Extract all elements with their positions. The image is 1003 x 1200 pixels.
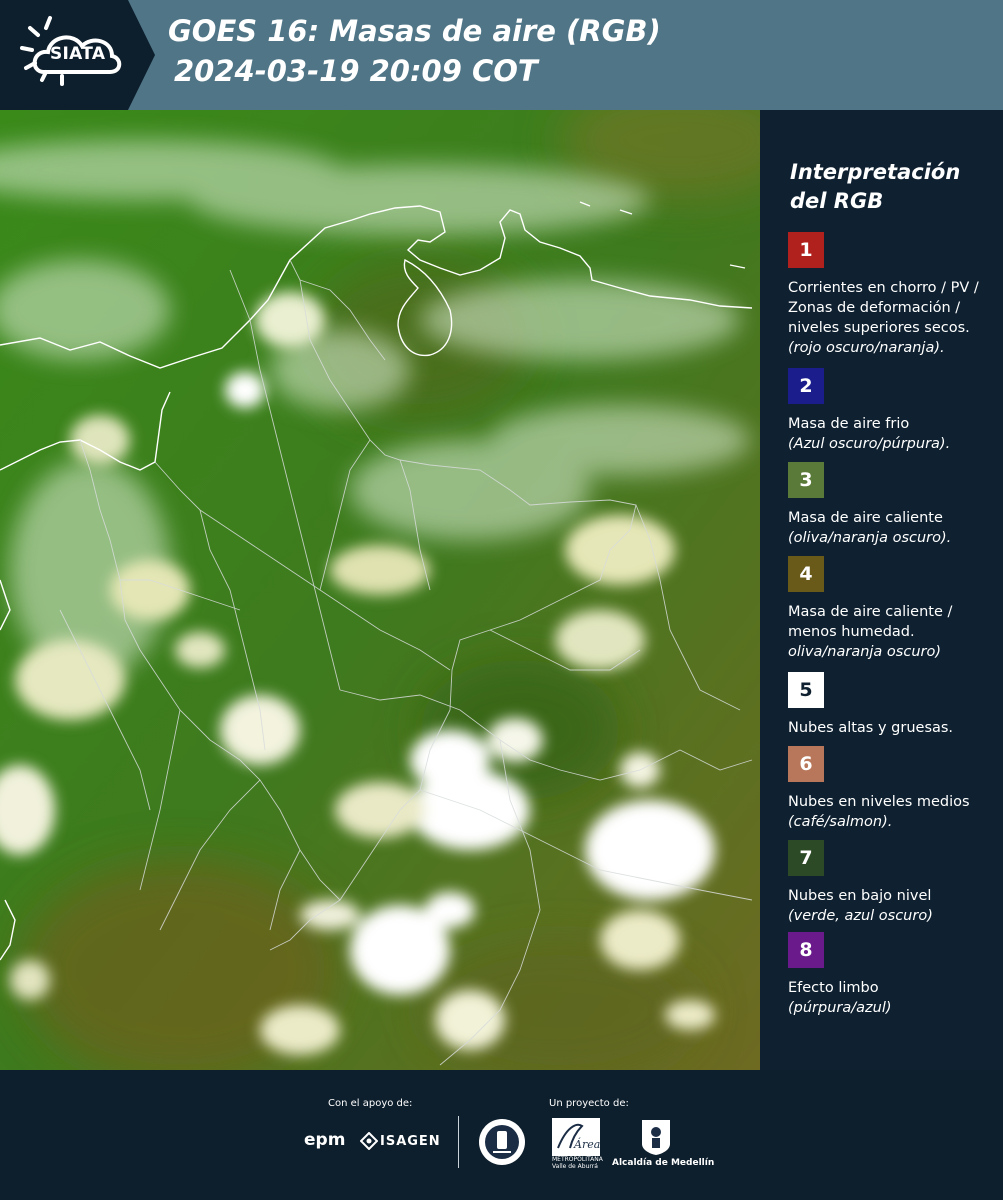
footer: Con el apoyo de: Un proyecto de: epm ISA…: [0, 1070, 1003, 1200]
area-subtitle2: Valle de Aburrá: [552, 1163, 598, 1170]
legend-item: 8 Efecto limbo (púrpura/azul): [788, 932, 1000, 1018]
legend-note: (Azul oscuro/púrpura).: [788, 436, 951, 452]
isagen-icon: [360, 1132, 378, 1150]
legend-swatch: 3: [788, 462, 824, 498]
legend-number: 2: [799, 375, 813, 397]
alcaldia-shield-icon[interactable]: [640, 1118, 672, 1156]
legend-number: 1: [799, 239, 813, 261]
project-label: Un proyecto de:: [549, 1098, 629, 1109]
legend-swatch: 8: [788, 932, 824, 968]
legend-note: (oliva/naranja oscuro).: [788, 530, 952, 546]
legend-title-line1: Interpretación: [790, 160, 961, 184]
legend-item: 2 Masa de aire frio (Azul oscuro/púrpura…: [788, 368, 1000, 454]
legend-swatch: 5: [788, 672, 824, 708]
legend-description: Masa de aire frio: [788, 416, 910, 432]
legend-swatch: 4: [788, 556, 824, 592]
legend-note: (café/salmon).: [788, 814, 893, 830]
legend-title: Interpretación del RGB: [790, 158, 990, 216]
legend-note: (rojo oscuro/naranja).: [788, 340, 945, 356]
legend-item: 4 Masa de aire caliente / menos humedad.…: [788, 556, 1000, 662]
legend-number: 5: [799, 679, 813, 701]
legend-number: 7: [799, 847, 813, 869]
satellite-imagery: [0, 110, 760, 1070]
legend-item: 1 Corrientes en chorro / PV / Zonas de d…: [788, 232, 1000, 358]
area-subtitle: METROPOLITANA Valle de Aburrá: [552, 1156, 603, 1170]
support-label: Con el apoyo de:: [328, 1098, 413, 1109]
legend-note: oliva/naranja oscuro): [788, 644, 941, 660]
satellite-map[interactable]: [0, 110, 760, 1070]
legend-description: Corrientes en chorro / PV / Zonas de def…: [788, 280, 979, 336]
legend-description: Efecto limbo: [788, 980, 879, 996]
page-timestamp: 2024-03-19 20:09 COT: [174, 54, 538, 88]
legend-number: 8: [799, 939, 813, 961]
isagen-logo[interactable]: ISAGEN: [380, 1134, 441, 1149]
legend-swatch: 1: [788, 232, 824, 268]
footer-separator: [458, 1116, 459, 1168]
legend-swatch: 6: [788, 746, 824, 782]
legend-item: 6 Nubes en niveles medios (café/salmon).: [788, 746, 1000, 832]
legend-number: 3: [799, 469, 813, 491]
area-subtitle1: METROPOLITANA: [552, 1156, 603, 1163]
legend-title-line2: del RGB: [790, 189, 884, 213]
legend-item: 5 Nubes altas y gruesas.: [788, 672, 1000, 738]
legend-swatch: 7: [788, 840, 824, 876]
legend-number: 6: [799, 753, 813, 775]
epm-logo[interactable]: epm: [304, 1130, 345, 1150]
legend-note: (verde, azul oscuro): [788, 908, 933, 924]
siata-logo[interactable]: SIATA: [0, 0, 155, 110]
legend-description: Nubes en bajo nivel: [788, 888, 932, 904]
legend-panel: Interpretación del RGB 1 Corrientes en c…: [760, 110, 1003, 1070]
legend-swatch: 2: [788, 368, 824, 404]
legend-number: 4: [799, 563, 813, 585]
area-metropolitana-logo-icon[interactable]: Área: [552, 1118, 600, 1156]
legend-note: (púrpura/azul): [788, 1000, 892, 1016]
legend-item: 7 Nubes en bajo nivel (verde, azul oscur…: [788, 840, 1000, 926]
header: SIATA GOES 16: Masas de aire (RGB) 2024-…: [0, 0, 1003, 110]
legend-item: 3 Masa de aire caliente (oliva/naranja o…: [788, 462, 1000, 548]
medellin-seal-icon[interactable]: [478, 1118, 526, 1166]
area-name: Área: [573, 1137, 600, 1151]
alcaldia-label: Alcaldía de Medellín: [612, 1158, 715, 1168]
legend-description: Nubes en niveles medios: [788, 794, 970, 810]
legend-description: Nubes altas y gruesas.: [788, 720, 954, 736]
legend-description: Masa de aire caliente: [788, 510, 943, 526]
logo-text: SIATA: [50, 44, 106, 64]
page-title: GOES 16: Masas de aire (RGB): [168, 14, 661, 48]
legend-description: Masa de aire caliente / menos humedad.: [788, 604, 953, 640]
